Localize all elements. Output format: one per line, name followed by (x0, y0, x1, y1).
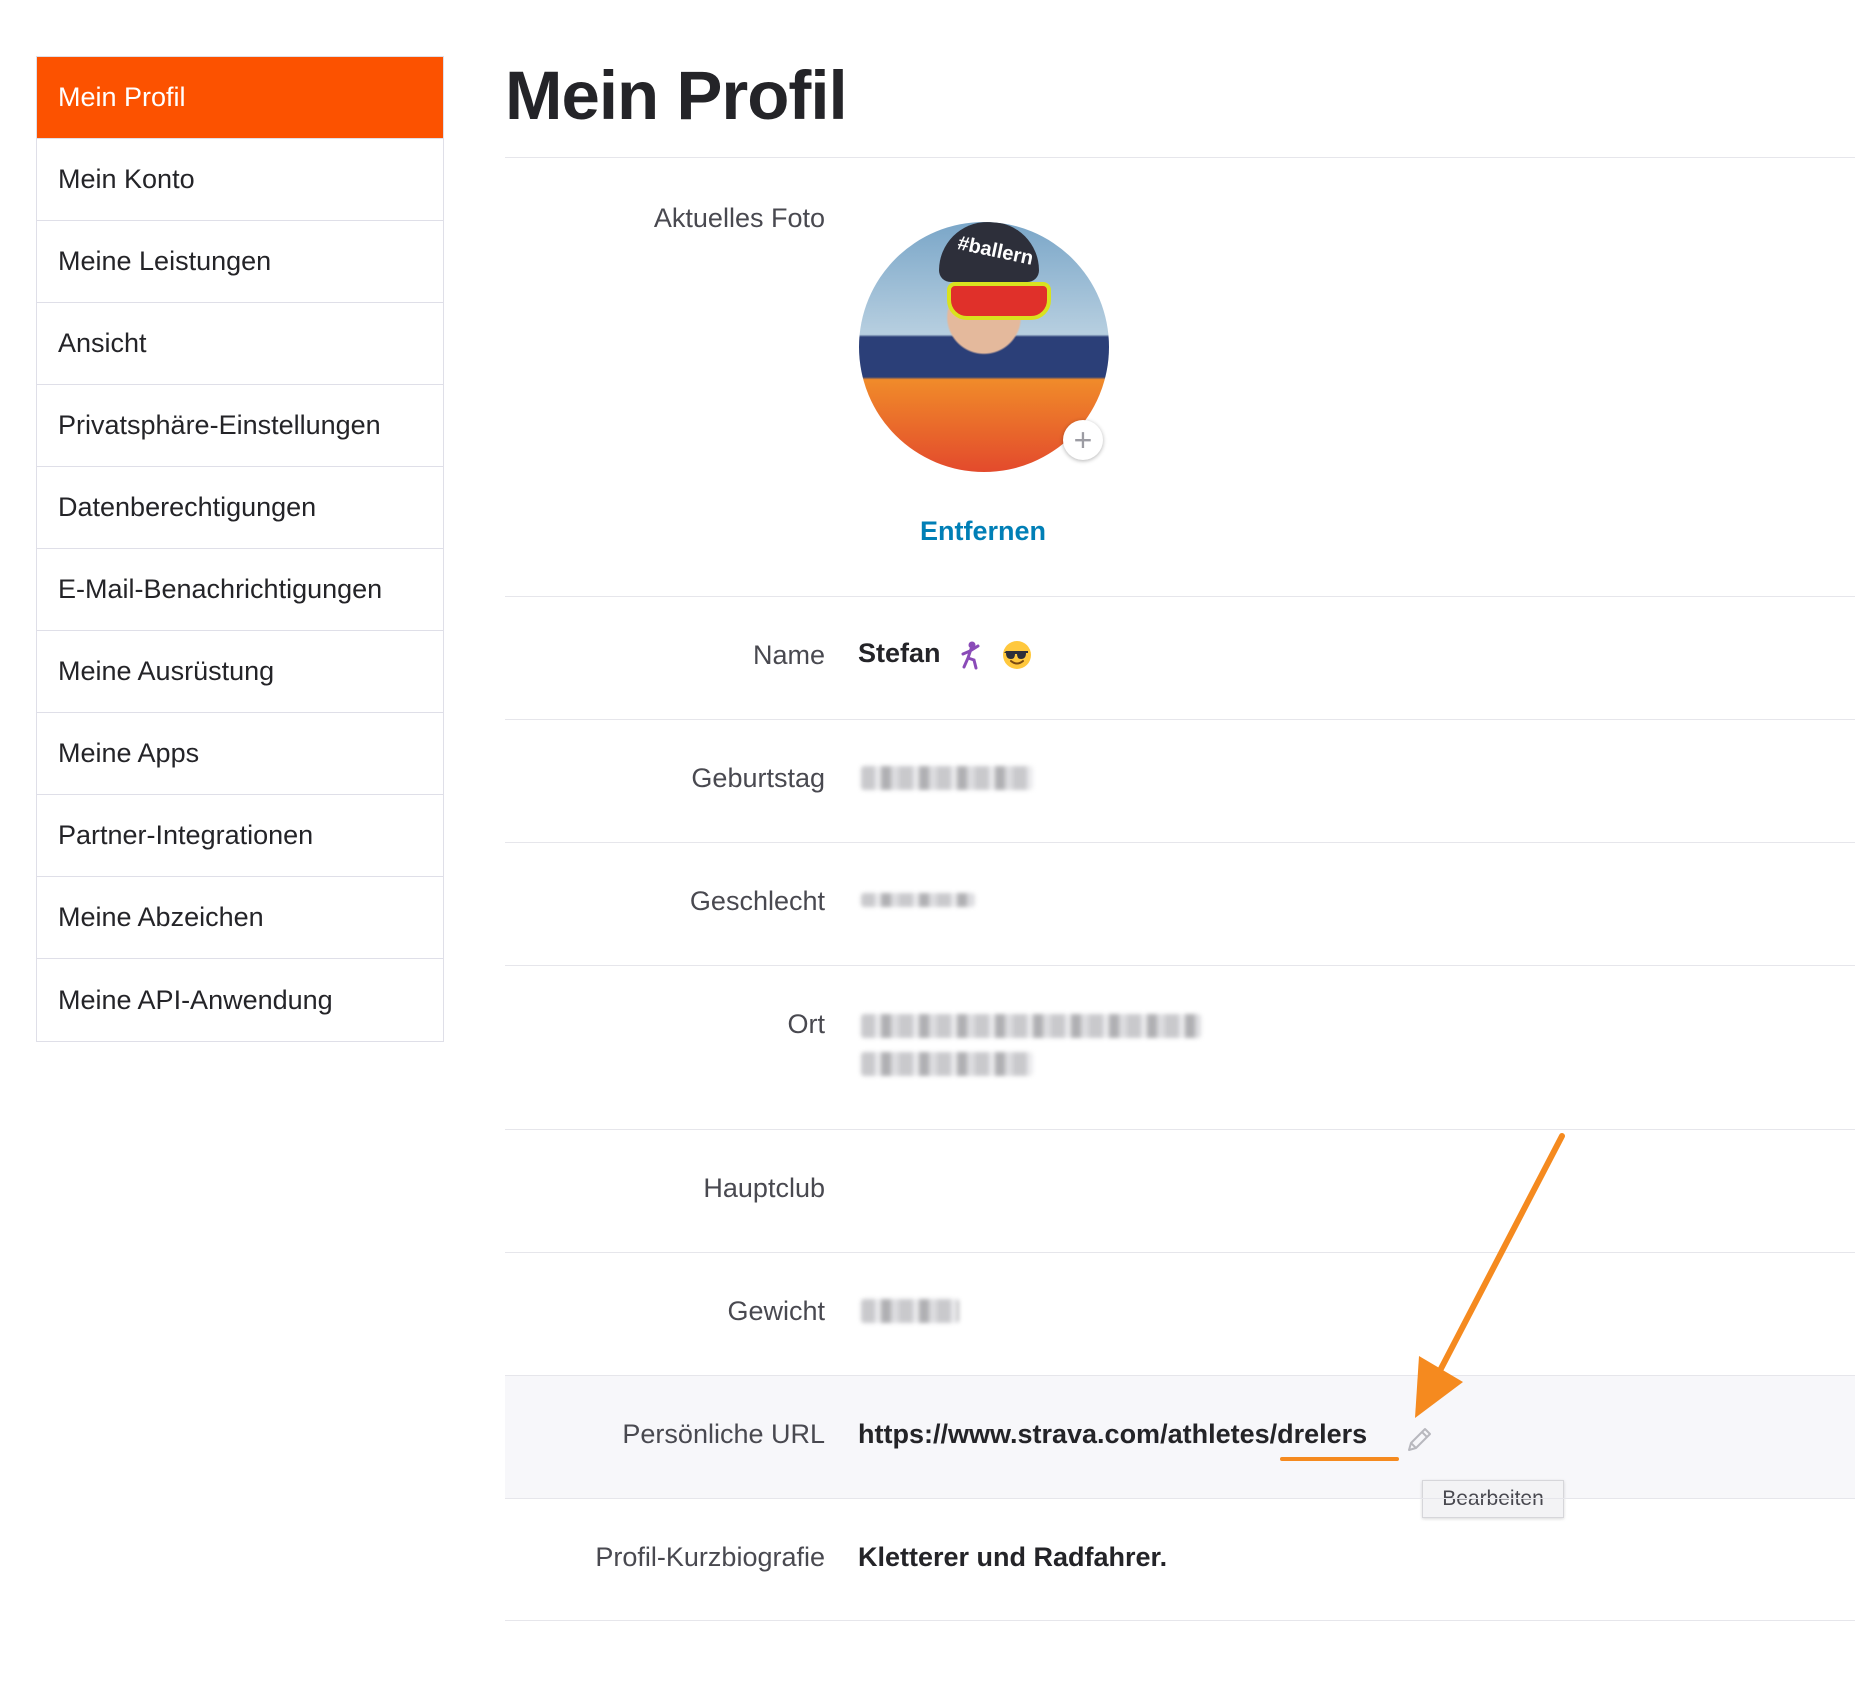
name-value-wrap: Stefan (858, 638, 1032, 670)
name-value: Stefan (858, 638, 941, 668)
add-photo-button[interactable]: + (1063, 420, 1103, 460)
club-row: Hauptclub (505, 1129, 1855, 1252)
sidebar-item-mein-konto[interactable]: Mein Konto (37, 139, 443, 221)
helmet-text: #ballern (955, 232, 1036, 270)
sunglasses-face-icon (1002, 640, 1031, 669)
bio-label: Profil-Kurzbiografie (595, 1542, 825, 1572)
location-value-redacted-line1 (861, 1014, 1201, 1038)
remove-photo-link[interactable]: Entfernen (920, 516, 1046, 547)
gender-value-redacted (861, 893, 975, 907)
birthday-label: Geburtstag (691, 763, 825, 793)
photo-label: Aktuelles Foto (653, 203, 825, 233)
name-label: Name (752, 640, 825, 670)
sidebar-item-meine-api-anwendung[interactable]: Meine API-Anwendung (37, 959, 443, 1041)
club-label: Hauptclub (703, 1173, 825, 1203)
sidebar-item-mein-profil[interactable]: Mein Profil (37, 57, 443, 139)
weight-value-redacted (861, 1299, 959, 1323)
sidebar-item-email-benachrichtigungen[interactable]: E-Mail-Benachrichtigungen (37, 549, 443, 631)
dancing-person-icon (961, 641, 980, 670)
pencil-icon[interactable] (1403, 1424, 1435, 1456)
bio-value: Kletterer und Radfahrer. (858, 1542, 1168, 1572)
sidebar-item-ansicht[interactable]: Ansicht (37, 303, 443, 385)
gender-label: Geschlecht (689, 886, 825, 916)
location-row: Ort (505, 965, 1855, 1129)
url-slug-underline-annotation (1280, 1457, 1399, 1461)
bio-row: Profil-Kurzbiografie Kletterer und Radfa… (505, 1498, 1855, 1621)
weight-row: Gewicht (505, 1252, 1855, 1375)
weight-label: Gewicht (727, 1296, 825, 1326)
sidebar-item-meine-apps[interactable]: Meine Apps (37, 713, 443, 795)
birthday-value-redacted (861, 766, 1033, 790)
glasses-graphic (947, 282, 1051, 320)
location-label: Ort (787, 1009, 826, 1039)
personal-url-label: Persönliche URL (622, 1419, 825, 1449)
sidebar-item-meine-leistungen[interactable]: Meine Leistungen (37, 221, 443, 303)
gender-row: Geschlecht (505, 842, 1855, 965)
helmet-graphic: #ballern (939, 222, 1039, 282)
sidebar-item-meine-ausruestung[interactable]: Meine Ausrüstung (37, 631, 443, 713)
sidebar-item-meine-abzeichen[interactable]: Meine Abzeichen (37, 877, 443, 959)
birthday-row: Geburtstag (505, 719, 1855, 842)
settings-sidebar: Mein Profil Mein Konto Meine Leistungen … (36, 56, 444, 1042)
location-value-redacted-line2 (861, 1052, 1033, 1076)
page-title: Mein Profil (505, 57, 848, 134)
sidebar-item-partner-integrationen[interactable]: Partner-Integrationen (37, 795, 443, 877)
annotation-arrow-icon (1415, 1133, 1565, 1418)
sidebar-item-privatsphaere[interactable]: Privatsphäre-Einstellungen (37, 385, 443, 467)
personal-url-value: https://www.strava.com/athletes/drelers (858, 1419, 1368, 1449)
photo-row: Aktuelles Foto (505, 157, 1855, 596)
sidebar-item-datenberechtigungen[interactable]: Datenberechtigungen (37, 467, 443, 549)
name-row: Name Stefan (505, 596, 1855, 719)
personal-url-row: Persönliche URL https://www.strava.com/a… (505, 1375, 1855, 1498)
